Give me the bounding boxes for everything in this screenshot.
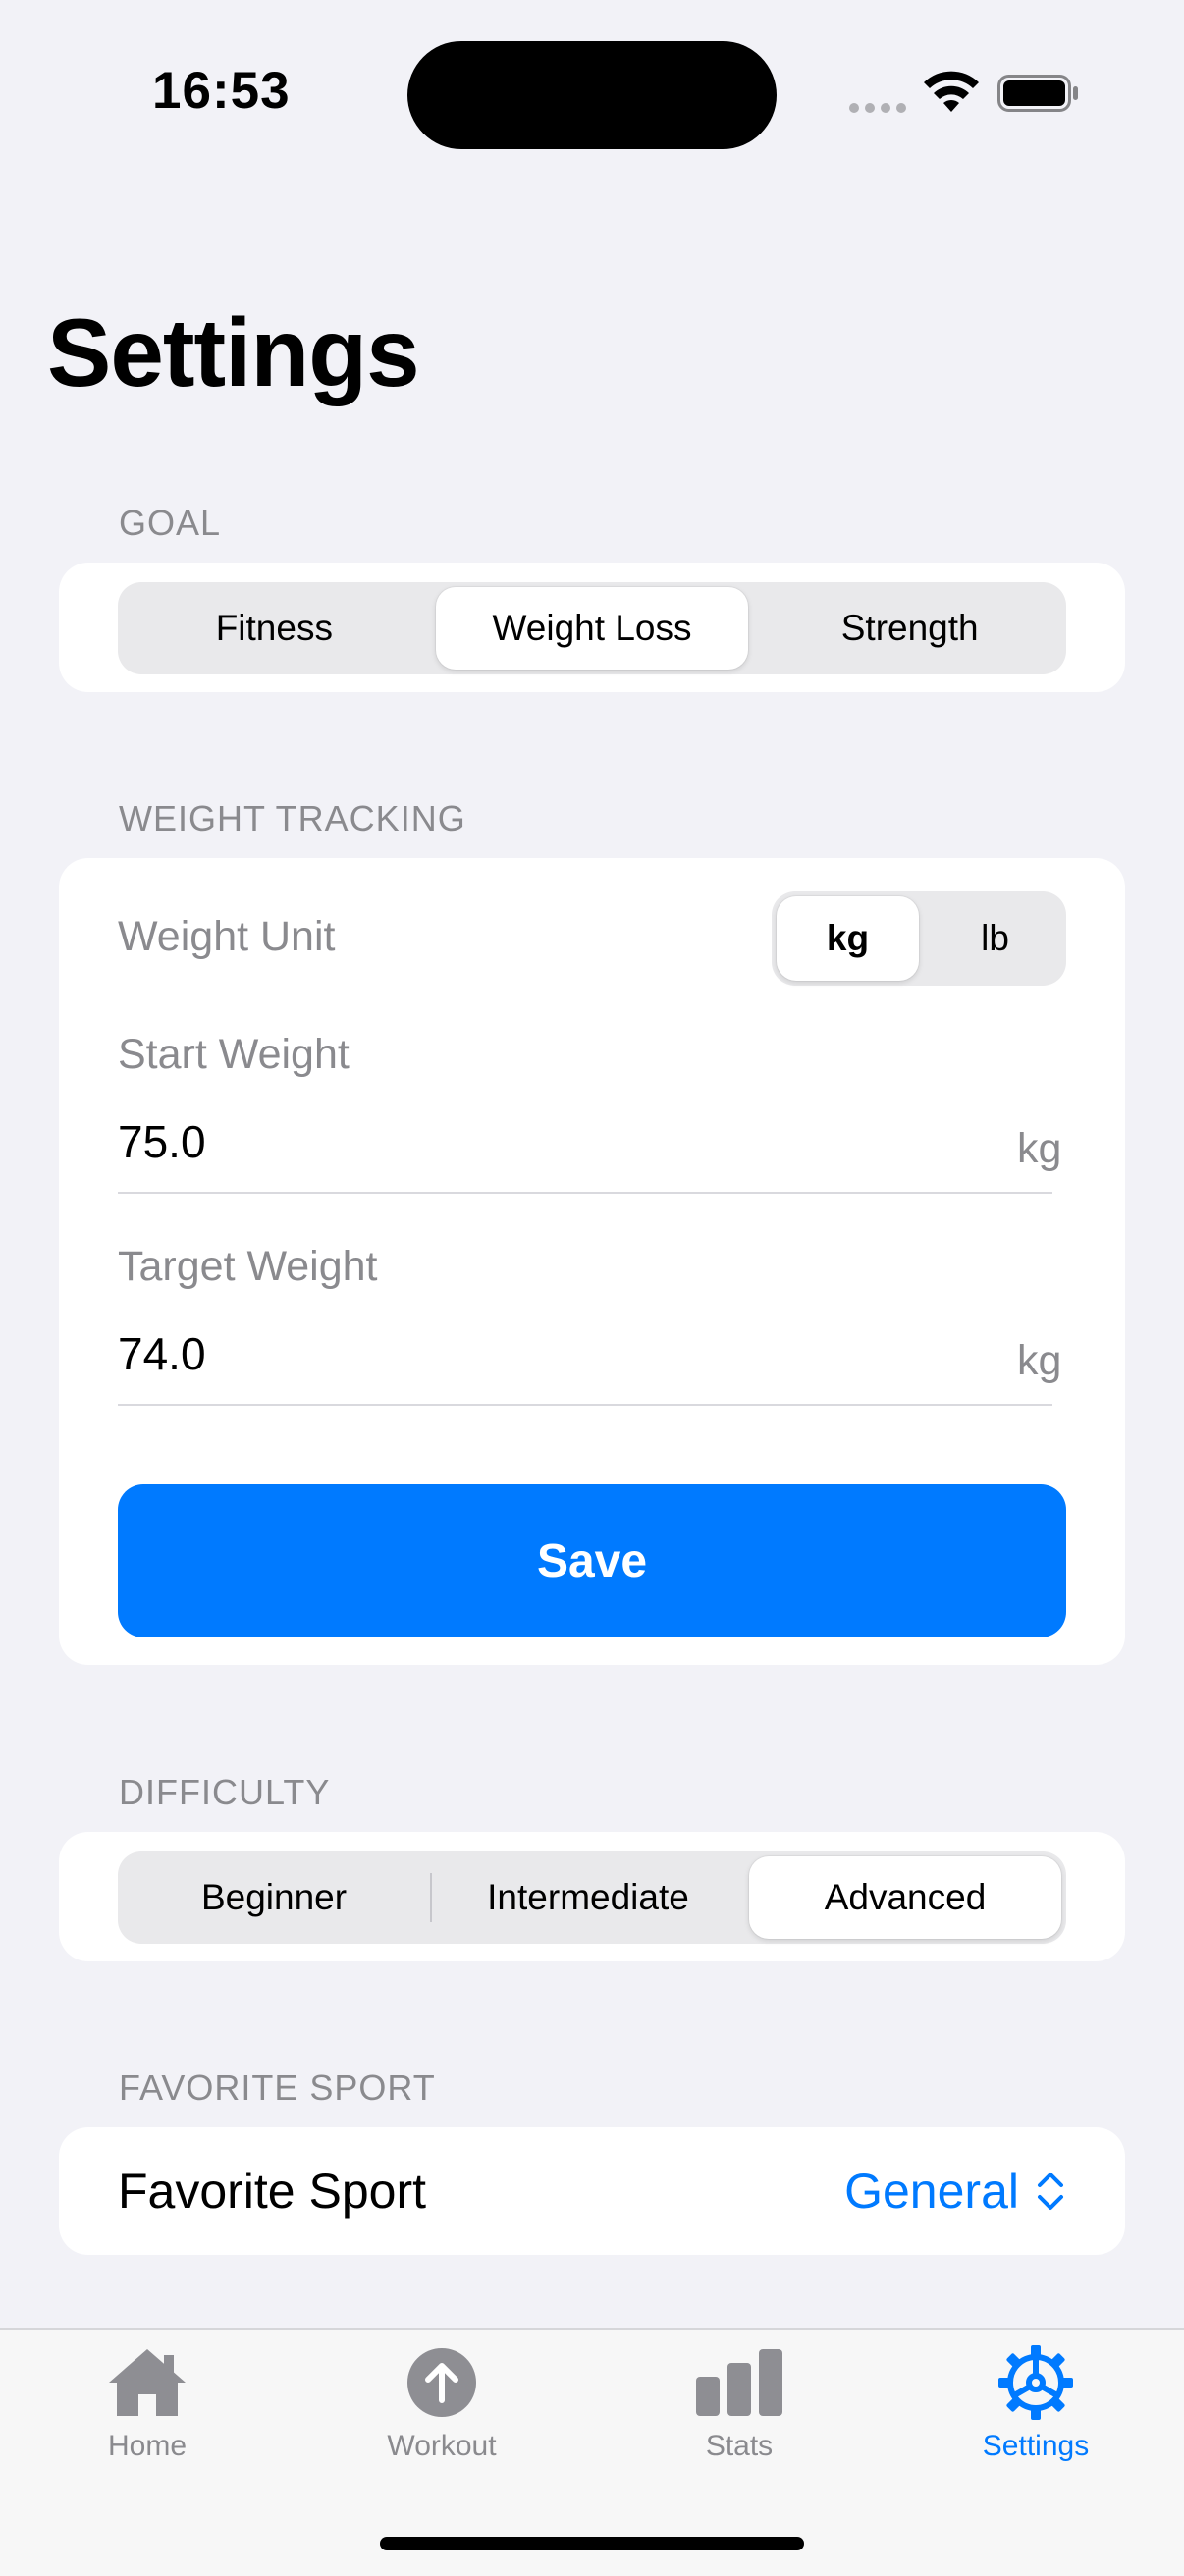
difficulty-card: Beginner Intermediate Advanced (59, 1832, 1125, 1961)
difficulty-option-beginner[interactable]: Beginner (118, 1852, 430, 1944)
goal-segmented-control: Fitness Weight Loss Strength (118, 582, 1066, 674)
start-weight-underline (118, 1192, 1052, 1194)
target-weight-underline (118, 1404, 1052, 1406)
status-bar: 16:53 (0, 0, 1184, 187)
favorite-sport-section-header: FAVORITE SPORT (119, 2067, 436, 2108)
goal-section-header: GOAL (119, 503, 222, 543)
chevron-up-down-icon (1038, 2173, 1063, 2210)
wifi-icon (924, 71, 979, 112)
tab-settings[interactable]: Settings (888, 2330, 1183, 2496)
favorite-sport-card: Favorite Sport General (59, 2127, 1125, 2255)
status-time: 16:53 (152, 62, 291, 120)
tab-settings-label: Settings (982, 2430, 1090, 2462)
favorite-sport-picker[interactable]: General (844, 2127, 1066, 2255)
target-weight-unit: kg (1017, 1337, 1062, 1384)
house-icon (103, 2343, 191, 2422)
gear-icon (992, 2343, 1080, 2422)
weight-unit-label: Weight Unit (118, 913, 336, 960)
weight-tracking-section-header: WEIGHT TRACKING (119, 798, 466, 838)
weight-tracking-card: Weight Unit kg lb Start Weight 75.0 kg T… (59, 858, 1125, 1665)
home-indicator[interactable] (380, 2537, 804, 2550)
arrow-up-circle-icon (398, 2343, 486, 2422)
save-button[interactable]: Save (118, 1484, 1066, 1637)
battery-icon (997, 75, 1078, 112)
unit-option-lb[interactable]: lb (924, 891, 1066, 986)
tab-workout[interactable]: Workout (295, 2330, 589, 2496)
tab-bar: Home Workout Stats Settings (0, 2328, 1184, 2576)
goal-option-strength[interactable]: Strength (753, 582, 1066, 674)
start-weight-label: Start Weight (118, 1031, 350, 1078)
favorite-sport-value: General (844, 2164, 1019, 2219)
favorite-sport-label: Favorite Sport (118, 2164, 427, 2219)
goal-option-fitness[interactable]: Fitness (118, 582, 431, 674)
tab-home-label: Home (107, 2430, 188, 2462)
tab-home[interactable]: Home (0, 2330, 295, 2496)
dynamic-island (407, 41, 777, 149)
bar-chart-icon (695, 2343, 783, 2422)
difficulty-section-header: DIFFICULTY (119, 1772, 331, 1812)
start-weight-input[interactable]: 75.0 (118, 1115, 206, 1168)
target-weight-label: Target Weight (118, 1243, 378, 1290)
cellular-signal-icon (849, 103, 906, 113)
start-weight-unit: kg (1017, 1125, 1062, 1172)
unit-option-kg[interactable]: kg (777, 896, 919, 981)
difficulty-option-advanced[interactable]: Advanced (749, 1856, 1061, 1939)
tab-stats[interactable]: Stats (592, 2330, 887, 2496)
tab-workout-label: Workout (387, 2430, 497, 2462)
target-weight-input[interactable]: 74.0 (118, 1327, 206, 1380)
goal-card: Fitness Weight Loss Strength (59, 563, 1125, 692)
goal-option-weight-loss[interactable]: Weight Loss (435, 587, 749, 670)
difficulty-segmented-control: Beginner Intermediate Advanced (118, 1852, 1066, 1944)
weight-unit-segmented-control: kg lb (772, 891, 1066, 986)
difficulty-option-intermediate[interactable]: Intermediate (432, 1852, 744, 1944)
tab-stats-label: Stats (705, 2430, 774, 2462)
page-title: Settings (47, 298, 420, 406)
